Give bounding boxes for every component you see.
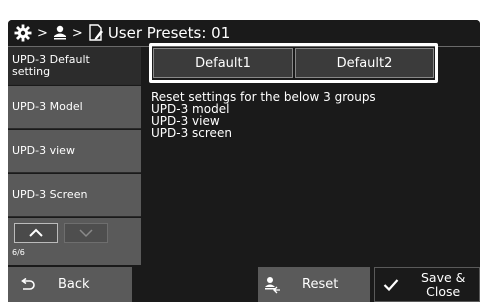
reset-button[interactable]: Reset [258, 267, 370, 302]
page-title: User Presets: 01 [107, 24, 231, 42]
page-down-button[interactable] [64, 223, 108, 243]
save-close-button[interactable]: Save & Close [374, 267, 480, 302]
back-label: Back [58, 277, 90, 292]
reset-description: Reset settings for the below 3 groups UP… [151, 90, 376, 140]
document-edit-icon[interactable] [88, 24, 104, 42]
selection-highlight [149, 43, 438, 83]
user-icon[interactable] [53, 25, 67, 41]
checkmark-icon [383, 278, 399, 291]
sidebar: UPD-3 Default setting UPD-3 Model UPD-3 … [8, 47, 141, 265]
back-button[interactable]: Back [8, 267, 132, 302]
breadcrumb-separator: > [71, 25, 83, 41]
main-panel: Default1 Default2 Reset settings for the… [143, 43, 480, 265]
page-up-button[interactable] [14, 223, 58, 243]
sidebar-item-label: UPD-3 Model [12, 100, 83, 113]
user-reset-icon [265, 276, 280, 293]
sidebar-item-label: UPD-3 Screen [12, 188, 88, 201]
page-indicator: 6/6 [12, 248, 25, 257]
sidebar-item-screen[interactable]: UPD-3 Screen [8, 174, 141, 217]
gear-icon[interactable] [14, 24, 32, 42]
sidebar-item-model[interactable]: UPD-3 Model [8, 86, 141, 129]
sidebar-pager: 6/6 [8, 218, 141, 265]
sidebar-item-label: UPD-3 Default setting [12, 52, 90, 78]
sidebar-item-label: UPD-3 view [12, 144, 75, 157]
app-window: > > User Presets: 01 UPD-3 Default setti… [8, 20, 480, 302]
breadcrumb-separator: > [37, 25, 48, 41]
save-close-label: Save & Close [421, 269, 466, 299]
back-arrow-icon [21, 277, 35, 290]
sidebar-item-view[interactable]: UPD-3 view [8, 130, 141, 173]
footer-bar: Back Reset Save & Close [8, 265, 480, 302]
chevron-up-icon [29, 228, 43, 237]
chevron-down-icon [79, 229, 93, 238]
sidebar-item-default-setting[interactable]: UPD-3 Default setting [8, 47, 141, 85]
reset-label: Reset [302, 277, 339, 292]
